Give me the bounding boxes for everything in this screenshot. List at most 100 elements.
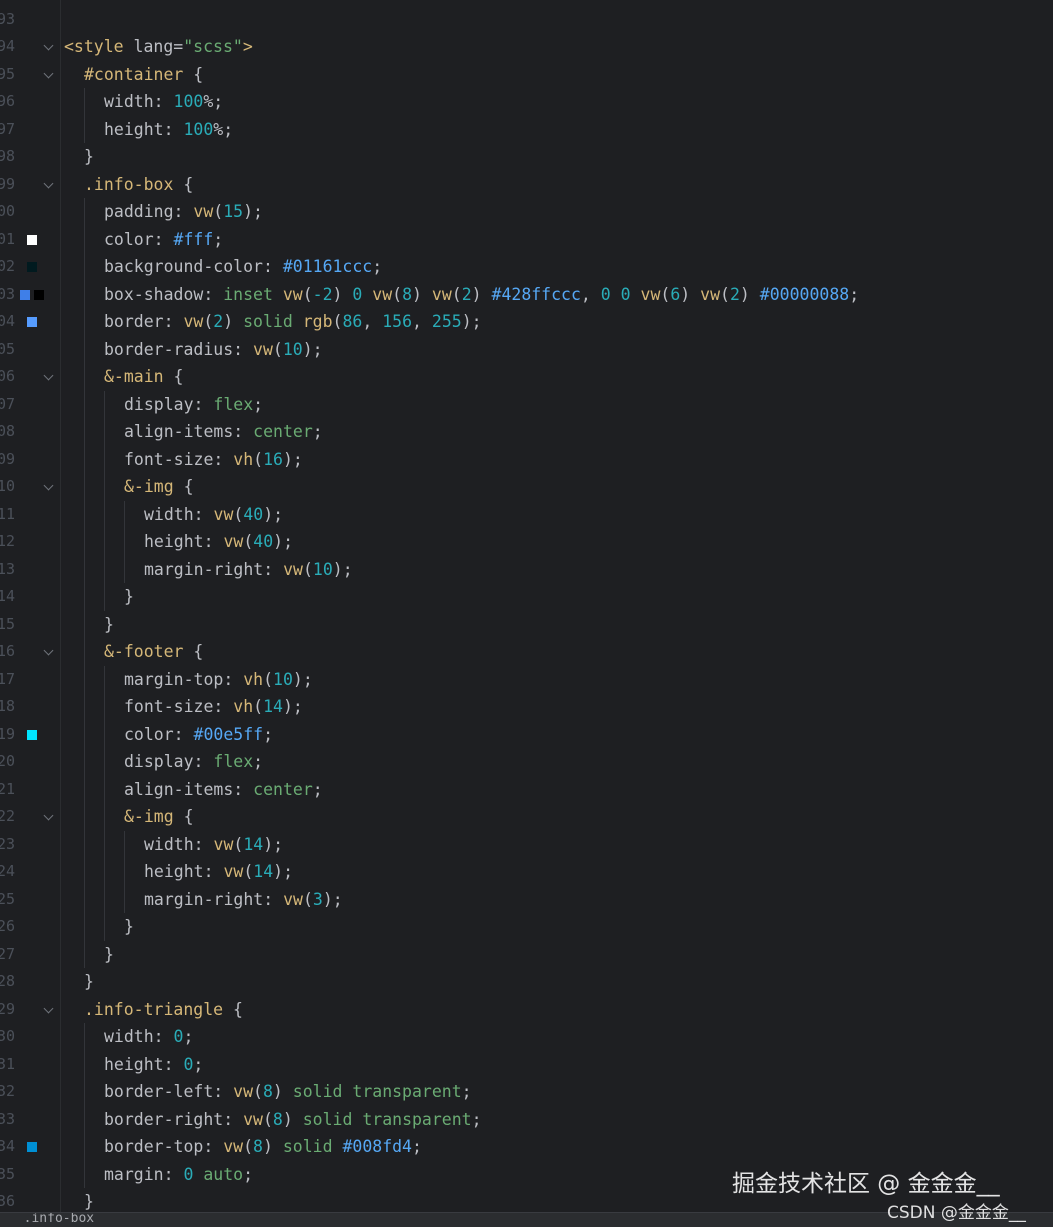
code-line[interactable]: 34 border-top: vw(8) solid #008fd4; bbox=[0, 1133, 1053, 1161]
code-text[interactable]: height: 100%; bbox=[104, 116, 233, 144]
code-text[interactable]: border-left: vw(8) solid transparent; bbox=[104, 1078, 472, 1106]
code-line[interactable]: 09 font-size: vh(16); bbox=[0, 446, 1053, 474]
code-line[interactable]: 27} bbox=[0, 941, 1053, 969]
color-swatch-icon[interactable] bbox=[27, 262, 37, 272]
code-text[interactable]: border-right: vw(8) solid transparent; bbox=[104, 1106, 482, 1134]
code-line[interactable]: 00 padding: vw(15); bbox=[0, 198, 1053, 226]
code-text[interactable]: <style lang="scss"> bbox=[64, 33, 253, 61]
code-line[interactable]: 22 &-img { bbox=[0, 803, 1053, 831]
fold-chevron-icon[interactable] bbox=[43, 810, 54, 821]
code-line[interactable]: 95 #container { bbox=[0, 61, 1053, 89]
fold-chevron-icon[interactable] bbox=[43, 68, 54, 78]
code-text[interactable]: &-img { bbox=[124, 473, 194, 501]
code-text[interactable]: border-top: vw(8) solid #008fd4; bbox=[104, 1133, 422, 1161]
code-text[interactable]: border: vw(2) solid rgb(86, 156, 255); bbox=[104, 308, 482, 336]
code-text[interactable]: display: flex; bbox=[124, 391, 263, 419]
color-swatch-icon[interactable] bbox=[27, 1142, 37, 1152]
fold-chevron-icon[interactable] bbox=[43, 178, 54, 188]
code-line[interactable]: 14} bbox=[0, 583, 1053, 611]
code-line[interactable]: 07 display: flex; bbox=[0, 391, 1053, 419]
code-text[interactable]: } bbox=[104, 611, 114, 639]
code-line[interactable]: 04 border: vw(2) solid rgb(86, 156, 255); bbox=[0, 308, 1053, 336]
code-text[interactable]: align-items: center; bbox=[124, 418, 323, 446]
code-line[interactable]: 18 font-size: vh(14); bbox=[0, 693, 1053, 721]
code-line[interactable]: 02 background-color: #01161ccc; bbox=[0, 253, 1053, 281]
code-text[interactable]: height: vw(14); bbox=[144, 858, 293, 886]
code-line[interactable]: 96 width: 100%; bbox=[0, 88, 1053, 116]
code-text[interactable]: } bbox=[84, 143, 94, 171]
code-line[interactable]: 24 height: vw(14); bbox=[0, 858, 1053, 886]
code-line[interactable]: 94 <style lang="scss"> bbox=[0, 33, 1053, 61]
code-text[interactable]: } bbox=[104, 941, 114, 969]
code-text[interactable]: margin-right: vw(3); bbox=[144, 886, 343, 914]
code-text[interactable]: width: vw(14); bbox=[144, 831, 283, 859]
code-text[interactable]: &-main { bbox=[104, 363, 183, 391]
code-line[interactable]: 20 display: flex; bbox=[0, 748, 1053, 776]
code-text[interactable]: align-items: center; bbox=[124, 776, 323, 804]
code-text[interactable]: background-color: #01161ccc; bbox=[104, 253, 382, 281]
code-text[interactable]: width: vw(40); bbox=[144, 501, 283, 529]
code-line[interactable]: 01 color: #fff; bbox=[0, 226, 1053, 254]
fold-chevron-icon[interactable] bbox=[43, 40, 54, 51]
color-swatch-icon[interactable] bbox=[27, 729, 37, 740]
code-text[interactable]: font-size: vh(14); bbox=[124, 693, 303, 721]
code-line[interactable]: 97 height: 100%; bbox=[0, 116, 1053, 144]
code-line[interactable]: 98} bbox=[0, 143, 1053, 171]
fold-chevron-icon[interactable] bbox=[43, 645, 54, 656]
color-swatch-icon[interactable] bbox=[27, 234, 37, 245]
code-line[interactable]: 30 width: 0; bbox=[0, 1023, 1053, 1051]
code-text[interactable]: height: vw(40); bbox=[144, 528, 293, 556]
code-text[interactable]: color: #fff; bbox=[104, 226, 223, 254]
code-line[interactable]: 03 box-shadow: inset vw(-2) 0 vw(8) vw(2)… bbox=[0, 281, 1053, 309]
fold-chevron-icon[interactable] bbox=[43, 370, 54, 381]
code-line[interactable]: 28} bbox=[0, 968, 1053, 996]
code-line[interactable]: 93 bbox=[0, 6, 1053, 34]
code-text[interactable]: border-radius: vw(10); bbox=[104, 336, 323, 364]
code-line[interactable]: 11 width: vw(40); bbox=[0, 501, 1053, 529]
code-line[interactable]: 21 align-items: center; bbox=[0, 776, 1053, 804]
code-line[interactable]: 08 align-items: center; bbox=[0, 418, 1053, 446]
code-line[interactable]: 17 margin-top: vh(10); bbox=[0, 666, 1053, 694]
code-text[interactable]: display: flex; bbox=[124, 748, 263, 776]
code-text[interactable]: .info-triangle { bbox=[84, 996, 243, 1024]
code-text[interactable]: margin-top: vh(10); bbox=[124, 666, 313, 694]
color-swatch-icon[interactable] bbox=[27, 317, 37, 327]
code-line[interactable]: 10 &-img { bbox=[0, 473, 1053, 501]
color-swatch-icon[interactable] bbox=[20, 289, 30, 300]
code-text[interactable]: &-footer { bbox=[104, 638, 203, 666]
code-text[interactable]: } bbox=[124, 583, 134, 611]
code-text[interactable]: color: #00e5ff; bbox=[124, 721, 273, 749]
code-text[interactable]: } bbox=[124, 913, 134, 941]
code-text[interactable]: } bbox=[84, 968, 94, 996]
code-text[interactable]: margin: 0 auto; bbox=[104, 1161, 253, 1189]
code-text[interactable]: width: 100%; bbox=[104, 88, 223, 116]
code-line[interactable]: 26} bbox=[0, 913, 1053, 941]
code-text[interactable]: font-size: vh(16); bbox=[124, 446, 303, 474]
code-line[interactable]: 23 width: vw(14); bbox=[0, 831, 1053, 859]
fold-chevron-icon[interactable] bbox=[43, 480, 54, 491]
code-line[interactable]: 12 height: vw(40); bbox=[0, 528, 1053, 556]
code-text[interactable]: padding: vw(15); bbox=[104, 198, 263, 226]
code-line[interactable]: 06 &-main { bbox=[0, 363, 1053, 391]
code-line[interactable]: 33 border-right: vw(8) solid transparent; bbox=[0, 1106, 1053, 1134]
code-text[interactable]: .info-box { bbox=[84, 171, 193, 199]
color-swatch-icon[interactable] bbox=[34, 289, 44, 300]
code-line[interactable]: 16 &-footer { bbox=[0, 638, 1053, 666]
code-text[interactable]: box-shadow: inset vw(-2) 0 vw(8) vw(2) #… bbox=[104, 281, 859, 309]
code-line[interactable]: 05 border-radius: vw(10); bbox=[0, 336, 1053, 364]
code-line[interactable]: 99 .info-box { bbox=[0, 171, 1053, 199]
code-line[interactable]: 29 .info-triangle { bbox=[0, 996, 1053, 1024]
code-line[interactable]: 25 margin-right: vw(3); bbox=[0, 886, 1053, 914]
code-line[interactable]: 15} bbox=[0, 611, 1053, 639]
code-line[interactable]: 13 margin-right: vw(10); bbox=[0, 556, 1053, 584]
code-line[interactable]: 32 border-left: vw(8) solid transparent; bbox=[0, 1078, 1053, 1106]
code-text[interactable]: #container { bbox=[84, 61, 203, 89]
code-editor[interactable]: 93 94 <style lang="scss"> 95 #container {96 w… bbox=[0, 0, 1053, 1227]
code-text[interactable]: width: 0; bbox=[104, 1023, 193, 1051]
code-text[interactable]: height: 0; bbox=[104, 1051, 203, 1079]
code-text[interactable]: margin-right: vw(10); bbox=[144, 556, 353, 584]
fold-chevron-icon[interactable] bbox=[43, 1003, 54, 1013]
code-line[interactable]: 31 height: 0; bbox=[0, 1051, 1053, 1079]
code-line[interactable]: 19 color: #00e5ff; bbox=[0, 721, 1053, 749]
code-text[interactable]: &-img { bbox=[124, 803, 194, 831]
